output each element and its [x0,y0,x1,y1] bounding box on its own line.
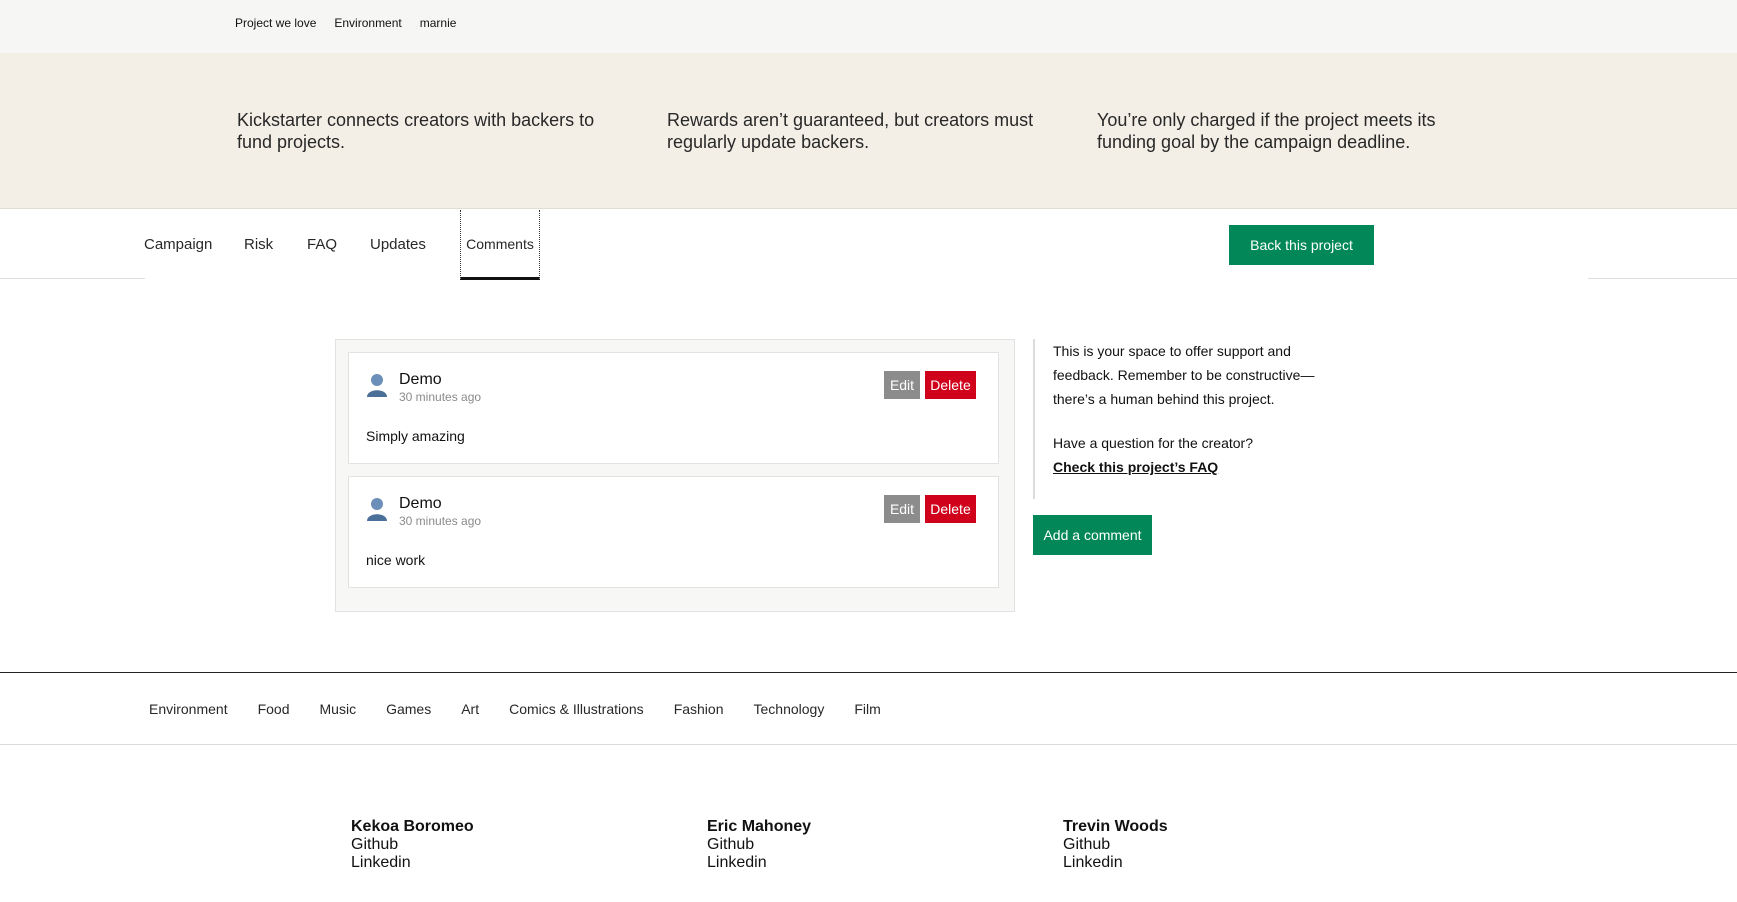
delete-comment-button[interactable]: Delete [925,371,976,399]
category-film[interactable]: Film [854,701,880,717]
breadcrumb-marnie[interactable]: marnie [420,16,457,30]
category-nav: Environment Food Music Games Art Comics … [0,672,1737,745]
github-link[interactable]: Github [1063,836,1323,854]
member-name: Eric Mahoney [707,818,812,835]
linkedin-link[interactable]: Linkedin [1063,854,1323,872]
team-member: Trevin Woods Github Linkedin [1063,818,1323,872]
comment-card: Demo 30 minutes ago Edit Delete nice wor… [348,476,999,588]
member-name: Trevin Woods [1063,818,1168,835]
comment-timestamp: 30 minutes ago [399,514,482,528]
tab-campaign[interactable]: Campaign [144,236,212,253]
member-name: Kekoa Boromeo [351,818,474,835]
user-avatar-icon [367,374,387,397]
edit-comment-button[interactable]: Edit [884,495,920,523]
edit-comment-button[interactable]: Edit [884,371,920,399]
comments-list: Demo 30 minutes ago Edit Delete Simply a… [335,339,1015,612]
breadcrumb: Project we love Environment marnie [235,16,456,30]
tab-comments[interactable]: Comments [460,210,540,280]
category-comics[interactable]: Comics & Illustrations [509,701,644,717]
category-environment[interactable]: Environment [149,701,228,717]
team-member: Eric Mahoney Github Linkedin [707,818,967,872]
project-tabs: Campaign Risk FAQ Updates Comments Back … [0,210,1737,280]
github-link[interactable]: Github [351,836,611,854]
comment-author[interactable]: Demo [399,495,442,513]
info-text-rewards: Rewards aren’t guaranteed, but creators … [667,110,1034,152]
category-games[interactable]: Games [386,701,431,717]
user-avatar-icon [367,498,387,521]
divider [1588,278,1737,279]
comment-timestamp: 30 minutes ago [399,390,482,404]
back-project-button[interactable]: Back this project [1229,225,1374,265]
category-music[interactable]: Music [320,701,357,717]
question-text: Have a question for the creator? [1053,435,1254,451]
info-text-charged: You’re only charged if the project meets… [1097,110,1436,152]
category-technology[interactable]: Technology [754,701,825,717]
comment-author[interactable]: Demo [399,371,442,389]
category-food[interactable]: Food [258,701,290,717]
guidelines-text: This is your space to offer support and … [1053,343,1315,407]
github-link[interactable]: Github [707,836,967,854]
add-comment-button[interactable]: Add a comment [1033,515,1152,555]
breadcrumb-project-we-love[interactable]: Project we love [235,16,316,30]
divider [0,278,145,279]
top-bar: Project we love Environment marnie [0,0,1737,53]
comment-card: Demo 30 minutes ago Edit Delete Simply a… [348,352,999,464]
comment-body: Simply amazing [366,428,465,444]
team-member: Kekoa Boromeo Github Linkedin [351,818,611,872]
tab-updates[interactable]: Updates [370,236,426,253]
info-banner: Kickstarter connects creators with backe… [0,53,1737,209]
tab-risk[interactable]: Risk [244,236,273,253]
category-fashion[interactable]: Fashion [674,701,724,717]
comment-body: nice work [366,552,426,568]
breadcrumb-environment[interactable]: Environment [334,16,401,30]
tab-faq[interactable]: FAQ [307,236,337,253]
delete-comment-button[interactable]: Delete [925,495,976,523]
info-text-creators: Kickstarter connects creators with backe… [237,110,595,152]
linkedin-link[interactable]: Linkedin [351,854,611,872]
linkedin-link[interactable]: Linkedin [707,854,967,872]
faq-link[interactable]: Check this project’s FAQ [1053,455,1333,479]
category-art[interactable]: Art [461,701,479,717]
comments-guidelines: This is your space to offer support and … [1033,339,1333,499]
